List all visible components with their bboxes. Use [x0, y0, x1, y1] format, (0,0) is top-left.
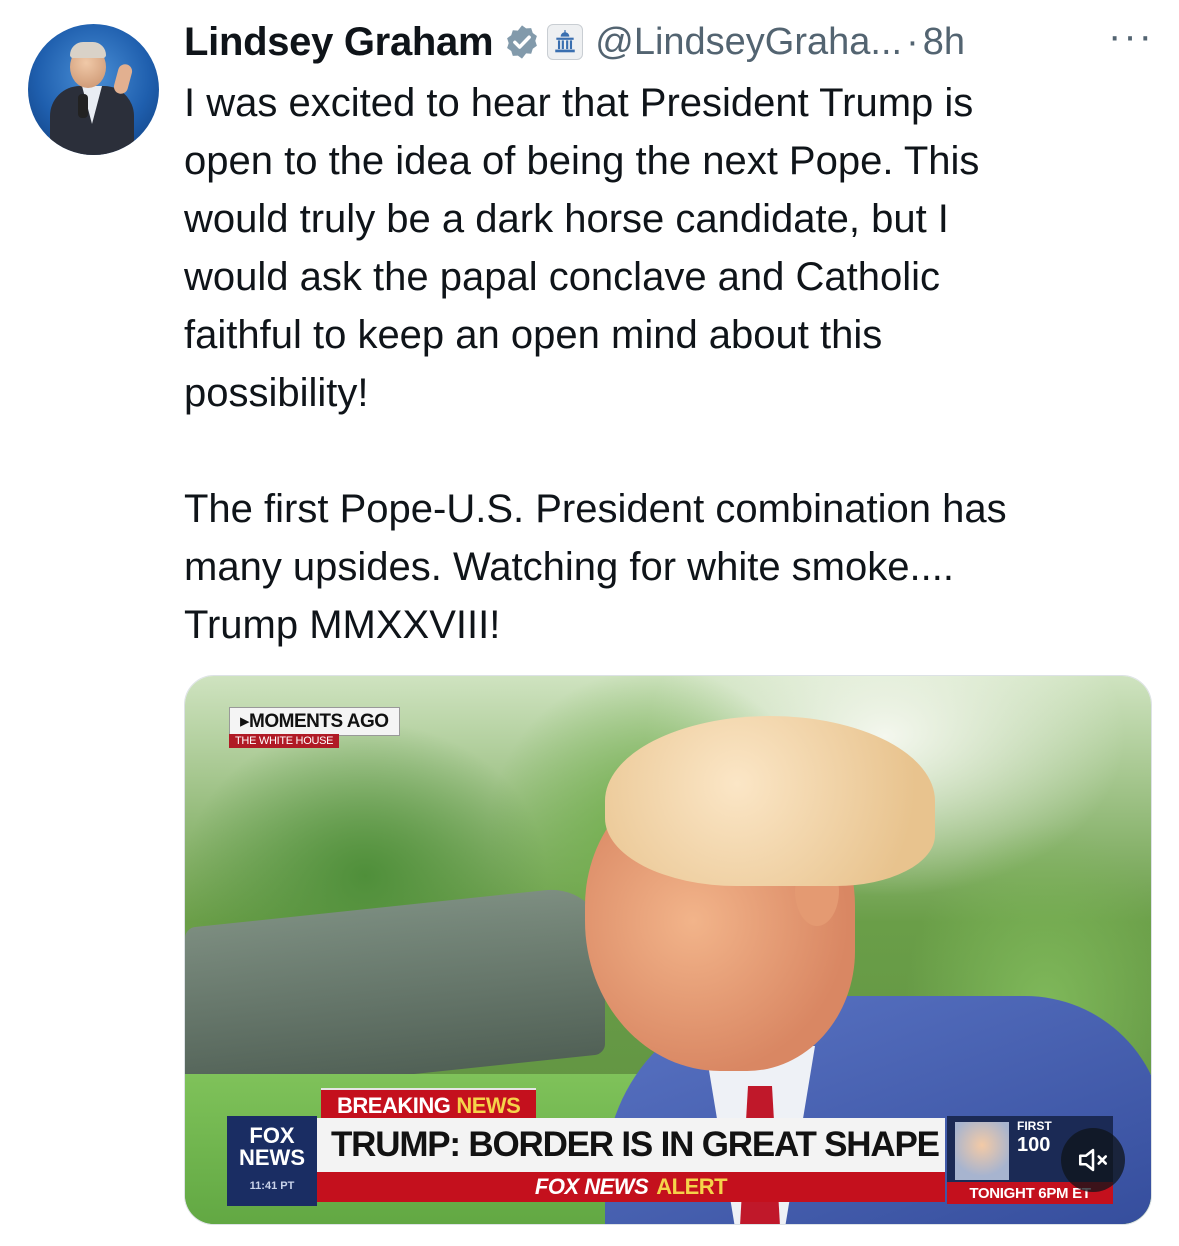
avatar-raised-hand	[112, 62, 134, 96]
moments-ago-label: MOMENTS AGO	[249, 711, 389, 732]
speaker-hair	[605, 716, 935, 886]
alert-label: ALERT	[656, 1174, 728, 1199]
breaking-label: BREAKING	[337, 1093, 451, 1118]
tweet-timestamp[interactable]: 8h	[923, 21, 965, 64]
fox-news-logo: FOX NEWS 11:41 PT	[227, 1116, 317, 1206]
fox-news-alert-bar: FOX NEWS ALERT	[317, 1172, 945, 1202]
more-options-icon[interactable]: ···	[1108, 16, 1154, 56]
tweet-header: Lindsey Graham @LindseyGraha... · 8h ···	[184, 14, 1154, 70]
speaker-muted-icon[interactable]	[1061, 1128, 1125, 1192]
broadcast-clock: 11:41 PT	[249, 1180, 295, 1192]
location-tag: THE WHITE HOUSE	[229, 734, 340, 748]
author-name[interactable]: Lindsey Graham	[184, 20, 494, 65]
promo-first: FIRST	[1017, 1119, 1052, 1133]
government-building-icon[interactable]	[547, 24, 584, 60]
alert-network: FOX NEWS	[534, 1174, 649, 1199]
author-avatar[interactable]	[28, 24, 159, 155]
avatar-hair	[70, 42, 106, 58]
network-line1: FOX	[249, 1123, 295, 1148]
headline-bar: TRUMP: BORDER IS IN GREAT SHAPE	[317, 1118, 945, 1172]
moments-ago-tag: ▸MOMENTS AGO	[229, 707, 400, 736]
author-handle[interactable]: @LindseyGraha...	[595, 21, 902, 64]
network-line2: NEWS	[239, 1145, 305, 1170]
tweet-video[interactable]: ▸MOMENTS AGO THE WHITE HOUSE BREAKING NE…	[184, 675, 1152, 1225]
avatar-microphone	[78, 94, 88, 118]
play-triangle-icon: ▸	[240, 711, 250, 732]
chyron-headline: TRUMP: BORDER IS IN GREAT SHAPE	[331, 1125, 940, 1164]
promo-photo	[955, 1122, 1009, 1180]
promo-100: 100	[1017, 1134, 1051, 1156]
tweet-text: I was excited to hear that President Tru…	[184, 81, 1007, 647]
separator-dot: ·	[906, 20, 919, 63]
news-label: NEWS	[456, 1093, 521, 1118]
breaking-news-banner: BREAKING NEWS	[321, 1088, 537, 1122]
verified-badge-icon[interactable]	[503, 23, 541, 61]
